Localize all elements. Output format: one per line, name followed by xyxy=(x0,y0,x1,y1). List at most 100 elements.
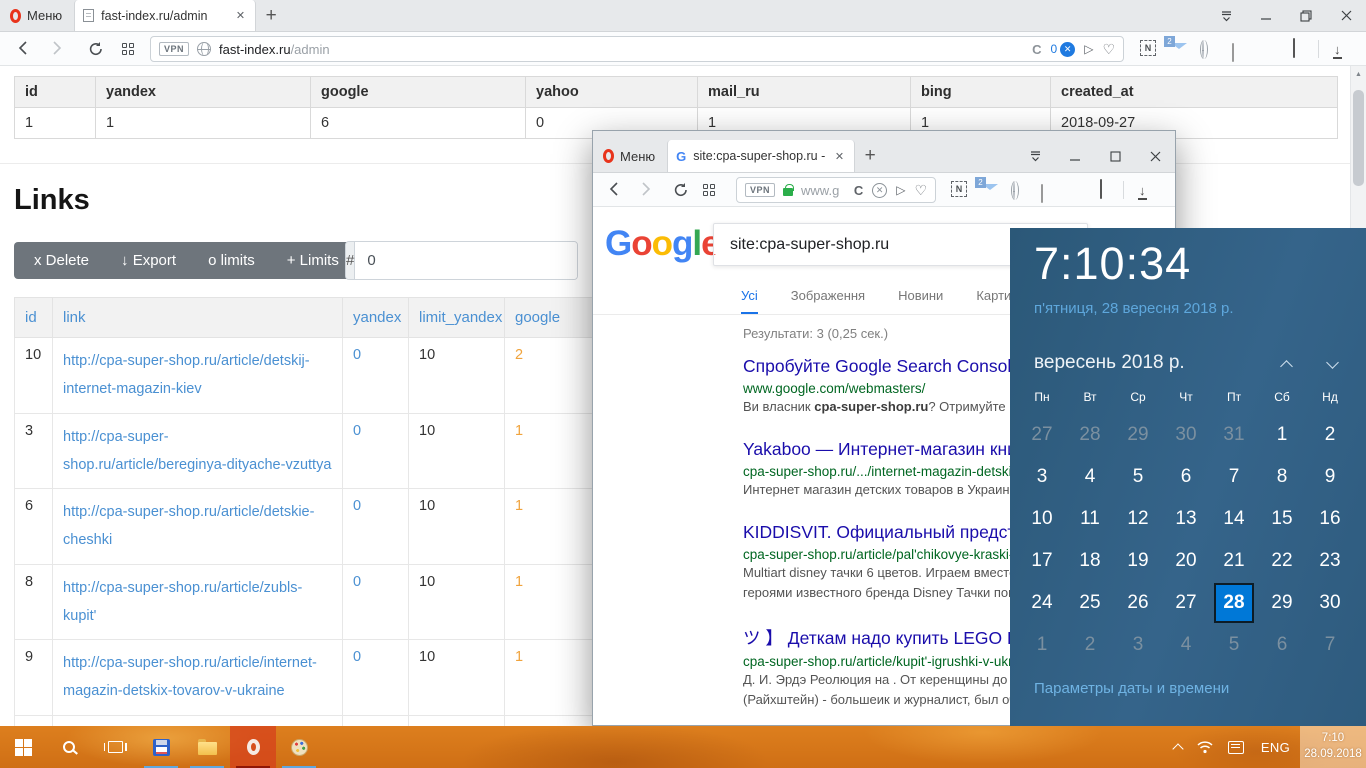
downloads-icon[interactable]: ↓ xyxy=(1138,182,1147,200)
scroll-up-arrow[interactable]: ▲ xyxy=(1351,66,1366,82)
calendar-day[interactable]: 2 xyxy=(1066,624,1114,666)
opera-menu-button[interactable]: Меню xyxy=(593,140,667,172)
calendar-next-icon[interactable] xyxy=(1326,356,1339,369)
calendar-day[interactable]: 24 xyxy=(1018,582,1066,624)
calendar-day[interactable]: 28 xyxy=(1066,414,1114,456)
sort-link[interactable]: link xyxy=(53,298,343,338)
vpn-badge[interactable]: VPN xyxy=(745,183,775,197)
extension-snapshot-icon[interactable]: N xyxy=(1140,40,1156,56)
limits-button[interactable]: + Limits xyxy=(271,242,355,279)
calendar-day[interactable]: 26 xyxy=(1114,582,1162,624)
calendar-day[interactable]: 16 xyxy=(1306,498,1354,540)
tab-fast-index[interactable]: fast-index.ru/admin ✕ xyxy=(74,0,256,31)
calendar-day[interactable]: 13 xyxy=(1162,498,1210,540)
article-link[interactable]: http://cpa-super-shop.ru/article/detskie… xyxy=(63,504,314,548)
trash-icon[interactable] xyxy=(1293,40,1295,58)
wifi-icon[interactable] xyxy=(1189,726,1221,768)
share-icon[interactable]: ▷ xyxy=(1084,42,1093,56)
extension-snapshot-icon[interactable]: N xyxy=(951,181,967,197)
address-bar[interactable]: VPN www.g C ✕ ▷ ♡ xyxy=(736,177,936,203)
extension-eraser-icon[interactable] xyxy=(1232,44,1234,62)
calendar-day[interactable]: 30 xyxy=(1162,414,1210,456)
calendar-day[interactable]: 18 xyxy=(1066,540,1114,582)
google-logo[interactable]: Google xyxy=(605,224,720,264)
language-indicator[interactable]: ENG xyxy=(1251,726,1300,768)
tray-expand-icon[interactable] xyxy=(1167,726,1189,768)
share-icon[interactable]: ▷ xyxy=(896,183,905,197)
close-button[interactable] xyxy=(1326,0,1366,31)
calendar-day[interactable]: 5 xyxy=(1210,624,1258,666)
calendar-day[interactable]: 10 xyxy=(1018,498,1066,540)
calendar-day[interactable]: 1 xyxy=(1018,624,1066,666)
calendar-day[interactable]: 19 xyxy=(1114,540,1162,582)
address-bar[interactable]: VPN fast-index.ru/admin C 0✕ ▷ ♡ xyxy=(150,36,1124,62)
calendar-day[interactable]: 7 xyxy=(1210,456,1258,498)
calendar-day[interactable]: 17 xyxy=(1018,540,1066,582)
calendar-day[interactable]: 4 xyxy=(1162,624,1210,666)
taskbar-app-paint[interactable] xyxy=(276,726,322,768)
tab-news[interactable]: Новини xyxy=(898,288,943,315)
adblock-badge[interactable]: 0✕ xyxy=(1051,42,1076,57)
calendar-day[interactable]: 31 xyxy=(1210,414,1258,456)
calendar-day[interactable]: 6 xyxy=(1162,456,1210,498)
speed-dial-icon[interactable] xyxy=(122,43,134,55)
calendar-day[interactable]: 8 xyxy=(1258,456,1306,498)
back-button[interactable] xyxy=(609,181,619,197)
calendar-day[interactable]: 15 xyxy=(1258,498,1306,540)
reload-button[interactable] xyxy=(88,41,104,57)
vpn-badge[interactable]: VPN xyxy=(159,42,189,56)
extension-eraser-icon[interactable] xyxy=(1041,185,1043,203)
tab-menu-icon[interactable] xyxy=(1015,140,1055,172)
forward-button[interactable] xyxy=(641,181,651,197)
tab-all[interactable]: Усі xyxy=(741,288,758,315)
taskbar-clock[interactable]: 7:10 28.09.2018 xyxy=(1300,726,1366,768)
delete-button[interactable]: x Delete xyxy=(18,242,105,279)
article-link[interactable]: http://cpa-super-shop.ru/article/detskij… xyxy=(63,353,310,397)
article-link[interactable]: http://cpa-super-shop.ru/article/beregin… xyxy=(63,429,331,473)
calendar-day[interactable]: 7 xyxy=(1306,624,1354,666)
article-link[interactable]: http://cpa-super-shop.ru/article/interne… xyxy=(63,655,317,699)
sort-yandex[interactable]: yandex xyxy=(343,298,409,338)
sort-id[interactable]: id xyxy=(15,298,53,338)
tab-close-icon[interactable]: ✕ xyxy=(833,150,846,163)
turbo-icon[interactable]: C xyxy=(854,183,863,198)
calendar-day[interactable]: 14 xyxy=(1210,498,1258,540)
calendar-day[interactable]: 3 xyxy=(1018,456,1066,498)
opera-menu-button[interactable]: Меню xyxy=(0,0,74,31)
calendar-day[interactable]: 30 xyxy=(1306,582,1354,624)
task-view-button[interactable] xyxy=(92,726,138,768)
taskbar-app-opera[interactable] xyxy=(230,726,276,768)
taskbar-app-explorer[interactable] xyxy=(184,726,230,768)
speed-dial-icon[interactable] xyxy=(703,184,715,196)
calendar-day[interactable]: 9 xyxy=(1306,456,1354,498)
downloads-icon[interactable]: ↓ xyxy=(1333,41,1342,59)
calendar-prev-icon[interactable] xyxy=(1280,360,1293,373)
minimize-button[interactable] xyxy=(1246,0,1286,31)
date-time-settings-link[interactable]: Параметры даты и времени xyxy=(1034,680,1229,697)
tab-google-search[interactable]: G site:cpa-super-shop.ru - П ✕ xyxy=(667,140,855,172)
limits-lower-button[interactable]: o limits xyxy=(192,242,271,279)
action-center-icon[interactable] xyxy=(1221,726,1251,768)
calendar-day[interactable]: 11 xyxy=(1066,498,1114,540)
extension-globe-icon[interactable] xyxy=(1202,41,1204,59)
calendar-day[interactable]: 22 xyxy=(1258,540,1306,582)
trash-icon[interactable] xyxy=(1100,181,1102,199)
back-button[interactable] xyxy=(18,40,28,56)
calendar-day[interactable]: 21 xyxy=(1210,540,1258,582)
calendar-day[interactable]: 4 xyxy=(1066,456,1114,498)
calendar-month-label[interactable]: вересень 2018 р. xyxy=(1034,352,1185,374)
taskbar-app-floppy[interactable] xyxy=(138,726,184,768)
turbo-icon[interactable]: C xyxy=(1032,42,1041,57)
calendar-day[interactable]: 3 xyxy=(1114,624,1162,666)
calendar-day[interactable]: 29 xyxy=(1258,582,1306,624)
taskbar-search-button[interactable] xyxy=(46,726,92,768)
calendar-day[interactable]: 1 xyxy=(1258,414,1306,456)
new-tab-button[interactable]: + xyxy=(855,140,885,172)
start-button[interactable] xyxy=(0,726,46,768)
calendar-day[interactable]: 25 xyxy=(1066,582,1114,624)
tab-maps[interactable]: Карти xyxy=(976,288,1011,315)
reload-button[interactable] xyxy=(673,182,689,198)
calendar-day[interactable]: 6 xyxy=(1258,624,1306,666)
number-input[interactable] xyxy=(355,242,578,279)
calendar-day[interactable]: 27 xyxy=(1018,414,1066,456)
